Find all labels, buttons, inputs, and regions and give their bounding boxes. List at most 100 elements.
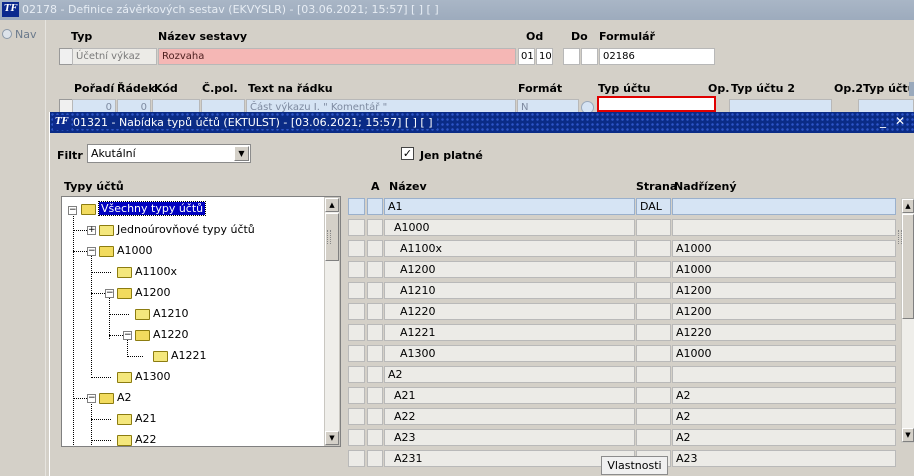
- properties-button[interactable]: Vlastnosti: [601, 456, 668, 475]
- row-nazev-cell[interactable]: A231: [384, 450, 635, 467]
- typ-field[interactable]: Účetní výkaz: [72, 48, 157, 65]
- row-a-cell[interactable]: [367, 387, 383, 404]
- row-nadrizeny-cell[interactable]: [672, 198, 896, 215]
- row-nadrizeny-cell[interactable]: A2: [672, 408, 896, 425]
- table-row[interactable]: A1210 A1200: [348, 282, 899, 301]
- od-field-1[interactable]: 01: [518, 48, 535, 65]
- row-nadrizeny-cell[interactable]: A2: [672, 387, 896, 404]
- row-strana-cell[interactable]: [636, 324, 671, 341]
- row-selector-button[interactable]: [59, 48, 73, 65]
- filter-select[interactable]: Akutální ▼: [87, 144, 251, 163]
- do-field-2[interactable]: [581, 48, 598, 65]
- row-nazev-cell[interactable]: A23: [384, 429, 635, 446]
- row-marker-cell[interactable]: [348, 198, 365, 215]
- nazev-sestavy-field[interactable]: Rozvaha: [158, 48, 516, 65]
- row-nazev-cell[interactable]: A22: [384, 408, 635, 425]
- row-strana-cell[interactable]: [636, 345, 671, 362]
- grid-scrollbar[interactable]: ▲ ▼: [901, 198, 914, 443]
- row-marker-cell[interactable]: [348, 240, 365, 257]
- tree-node-root[interactable]: Všechny typy účtů: [97, 201, 207, 216]
- splitter-handle[interactable]: [898, 230, 902, 244]
- collapse-icon[interactable]: −: [105, 289, 114, 298]
- row-a-cell[interactable]: [367, 408, 383, 425]
- close-icon[interactable]: ✕: [893, 114, 907, 129]
- row-nazev-cell[interactable]: A1100x: [384, 240, 635, 257]
- row-marker-cell[interactable]: [348, 219, 365, 236]
- row-strana-cell[interactable]: [636, 429, 671, 446]
- tree-node-a1300[interactable]: A1300: [135, 370, 171, 383]
- tree-node-a1000[interactable]: A1000: [117, 244, 153, 257]
- nav-radio-icon[interactable]: [2, 29, 12, 39]
- row-nadrizeny-cell[interactable]: [672, 219, 896, 236]
- row-nadrizeny-cell[interactable]: A2: [672, 429, 896, 446]
- table-row[interactable]: A23 A2: [348, 429, 899, 448]
- expand-icon[interactable]: +: [87, 226, 96, 235]
- tree-node-single-level[interactable]: Jednoúrovňové typy účtů: [117, 223, 255, 236]
- row-nazev-cell[interactable]: A1300: [384, 345, 635, 362]
- row-strana-cell[interactable]: [636, 282, 671, 299]
- main-title-bar[interactable]: TF 02178 - Definice závěrkových sestav (…: [0, 0, 914, 20]
- row-marker-cell[interactable]: [348, 345, 365, 362]
- row-a-cell[interactable]: [367, 198, 383, 215]
- row-strana-cell[interactable]: [636, 366, 671, 383]
- tree-node-a22[interactable]: A22: [135, 433, 157, 446]
- row-nadrizeny-cell[interactable]: [672, 366, 896, 383]
- scroll-up-icon[interactable]: ▲: [902, 199, 914, 213]
- collapse-icon[interactable]: −: [68, 206, 77, 215]
- row-marker-cell[interactable]: [348, 387, 365, 404]
- formular-field[interactable]: 02186: [599, 48, 715, 65]
- row-strana-cell[interactable]: DAL: [636, 198, 671, 215]
- row-nadrizeny-cell[interactable]: A1220: [672, 324, 896, 341]
- minimize-icon[interactable]: _: [876, 114, 890, 129]
- row-marker-cell[interactable]: [348, 450, 365, 467]
- row-nadrizeny-cell[interactable]: A23: [672, 450, 896, 467]
- row-strana-cell[interactable]: [636, 408, 671, 425]
- row-marker-cell[interactable]: [348, 282, 365, 299]
- tree-node-a1210[interactable]: A1210: [153, 307, 189, 320]
- row-strana-cell[interactable]: [636, 303, 671, 320]
- row-a-cell[interactable]: [367, 261, 383, 278]
- dropdown-arrow-icon[interactable]: ▼: [234, 146, 249, 161]
- nav-label[interactable]: Nav: [15, 28, 36, 41]
- table-row[interactable]: A1200 A1000: [348, 261, 899, 280]
- row-nazev-cell[interactable]: A1210: [384, 282, 635, 299]
- row-a-cell[interactable]: [367, 450, 383, 467]
- table-row[interactable]: A1300 A1000: [348, 345, 899, 364]
- main-scrollbar[interactable]: [909, 82, 914, 96]
- scroll-down-icon[interactable]: ▼: [325, 431, 339, 445]
- tree-node-a2[interactable]: A2: [117, 391, 132, 404]
- do-field-1[interactable]: [563, 48, 580, 65]
- row-marker-cell[interactable]: [348, 366, 365, 383]
- row-marker-cell[interactable]: [348, 303, 365, 320]
- row-strana-cell[interactable]: [636, 261, 671, 278]
- typ-uctu-field-highlighted[interactable]: [597, 96, 716, 112]
- collapse-icon[interactable]: −: [87, 394, 96, 403]
- tree-node-a1221[interactable]: A1221: [171, 349, 207, 362]
- table-row[interactable]: A1220 A1200: [348, 303, 899, 322]
- row-a-cell[interactable]: [367, 324, 383, 341]
- tree-node-a21[interactable]: A21: [135, 412, 157, 425]
- tree-node-a1220[interactable]: A1220: [153, 328, 189, 341]
- row-nazev-cell[interactable]: A2: [384, 366, 635, 383]
- only-valid-checkbox[interactable]: ✓: [401, 147, 414, 160]
- splitter-handle[interactable]: [327, 230, 331, 244]
- row-nazev-cell[interactable]: A1220: [384, 303, 635, 320]
- row-a-cell[interactable]: [367, 219, 383, 236]
- row-marker-cell[interactable]: [348, 408, 365, 425]
- row-a-cell[interactable]: [367, 303, 383, 320]
- row-marker-cell[interactable]: [348, 324, 365, 341]
- row-a-cell[interactable]: [367, 366, 383, 383]
- table-row[interactable]: A1000: [348, 219, 899, 238]
- row-a-cell[interactable]: [367, 240, 383, 257]
- tree-node-a1100x[interactable]: A1100x: [135, 265, 177, 278]
- row-nadrizeny-cell[interactable]: A1000: [672, 345, 896, 362]
- row-nadrizeny-cell[interactable]: A1000: [672, 261, 896, 278]
- row-strana-cell[interactable]: [636, 240, 671, 257]
- scroll-down-icon[interactable]: ▼: [902, 428, 914, 442]
- table-row[interactable]: A1 DAL: [348, 198, 899, 217]
- collapse-icon[interactable]: −: [123, 331, 132, 340]
- grid-scroll-thumb[interactable]: [902, 214, 914, 319]
- row-nazev-cell[interactable]: A21: [384, 387, 635, 404]
- row-nadrizeny-cell[interactable]: A1200: [672, 282, 896, 299]
- row-a-cell[interactable]: [367, 345, 383, 362]
